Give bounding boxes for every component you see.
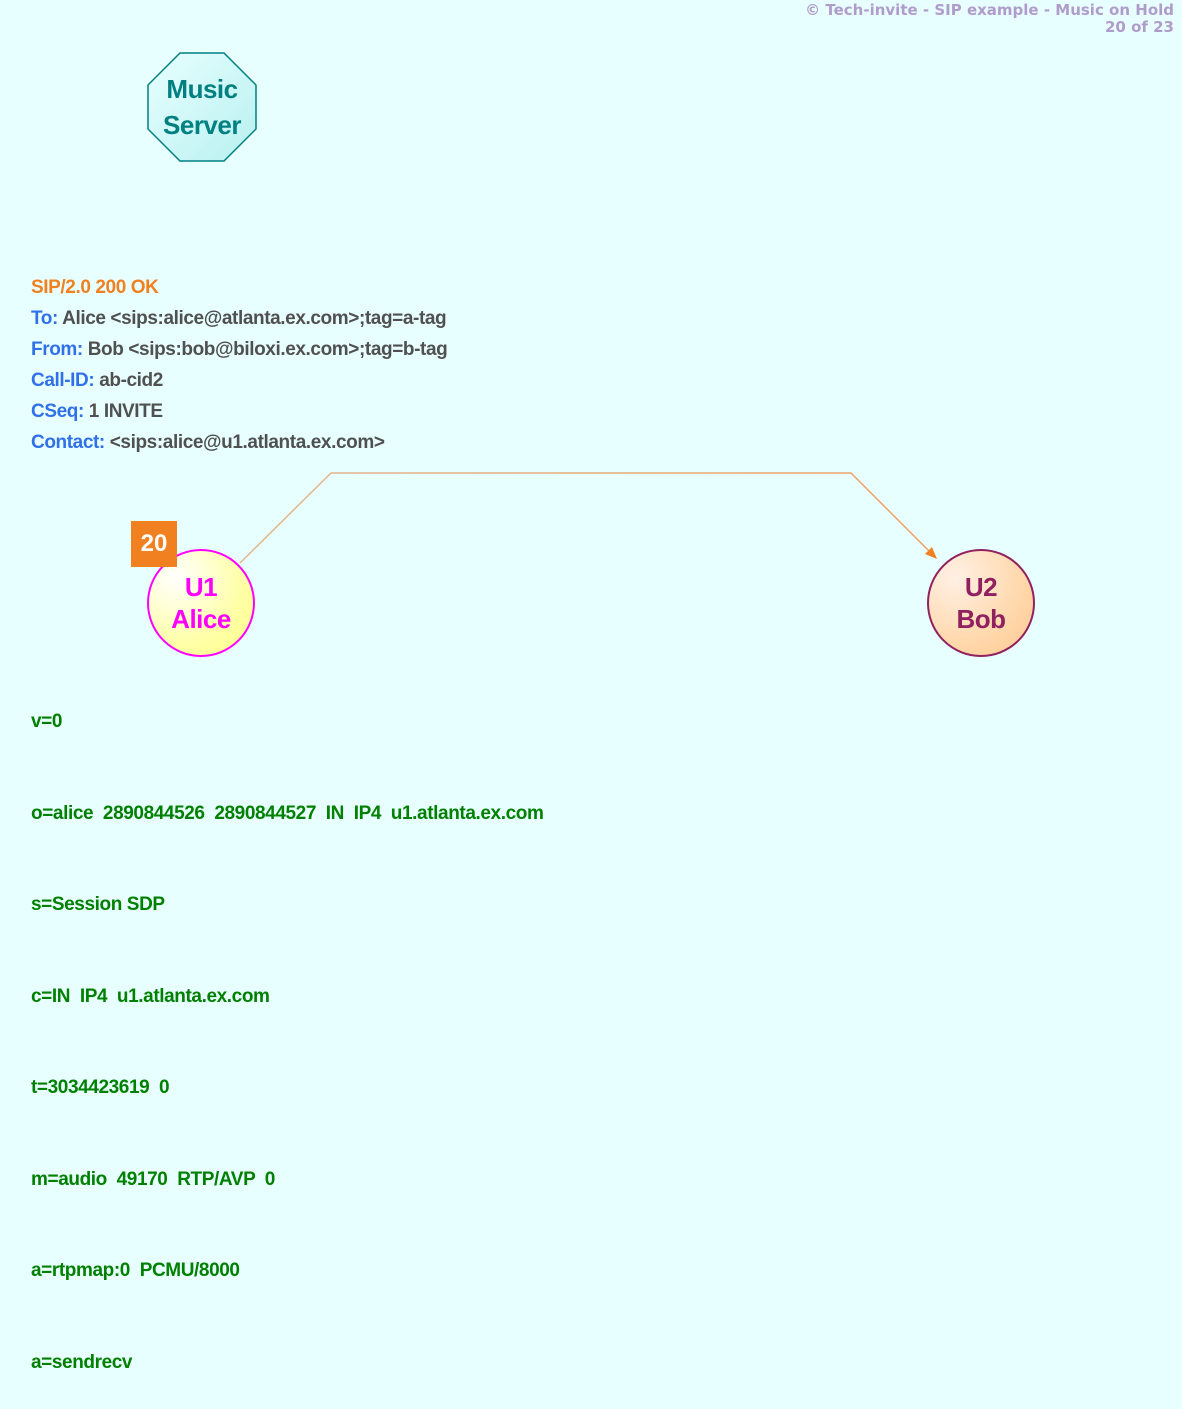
sdp-line: s=Session SDP: [31, 894, 165, 915]
sdp-line: t=3034423619 0: [31, 1077, 170, 1098]
sdp-line: o=alice 2890844526 2890844527 IN IP4 u1.…: [31, 802, 544, 824]
sdp-line: c=IN IP4 u1.atlanta.ex.com: [31, 985, 270, 1007]
sdp-line: a=sendrecv: [31, 1351, 133, 1373]
bob-name: Bob: [956, 604, 1006, 634]
sdp-body: v=0 o=alice 2890844526 2890844527 IN IP4…: [31, 646, 544, 1409]
bob-node: U2 Bob: [927, 549, 1035, 657]
alice-id: U1: [184, 572, 218, 602]
alice-name: Alice: [171, 604, 231, 634]
arrow-line: [239, 472, 931, 564]
sdp-line: a=rtpmap:0 PCMU/8000: [31, 1260, 240, 1281]
bob-id: U2: [964, 572, 998, 602]
step-badge: 20: [131, 521, 177, 567]
sdp-line: m=audio 49170 RTP/AVP 0: [31, 1168, 275, 1190]
sdp-line: v=0: [31, 711, 63, 732]
